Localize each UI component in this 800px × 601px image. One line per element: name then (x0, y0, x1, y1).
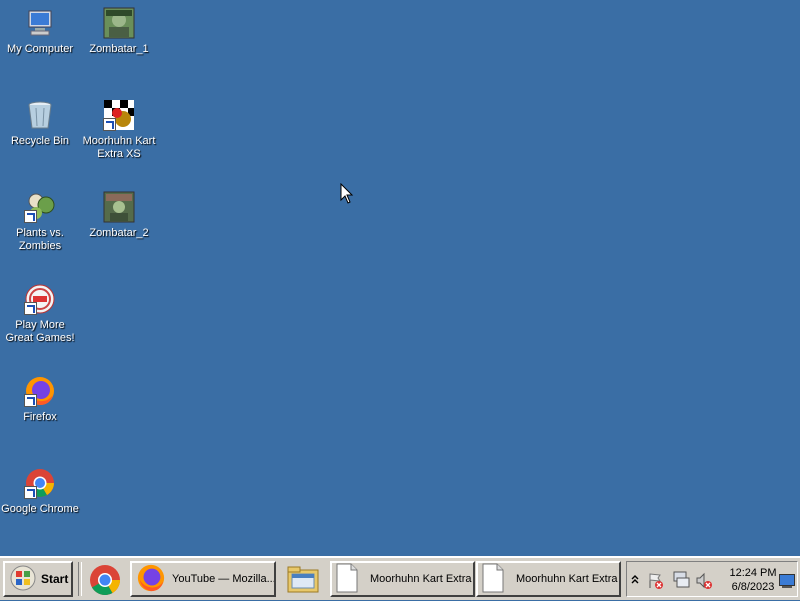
desktop: My Computer Zombatar_1 Recycle Bin Moorh… (0, 0, 800, 556)
system-tray: 12:24 PM 6/8/2023 (626, 561, 798, 597)
volume-muted-icon[interactable] (695, 572, 713, 595)
moorhuhn-kart-icon (103, 99, 135, 131)
network-icon[interactable] (671, 570, 691, 595)
shortcut-arrow-icon (24, 210, 37, 223)
clock[interactable]: 12:24 PM 6/8/2023 (723, 566, 783, 594)
zombatar-image-icon (103, 191, 135, 223)
chrome-icon (88, 565, 122, 600)
desktop-icon-zombatar-1[interactable]: Zombatar_1 (79, 7, 159, 56)
clock-time: 12:24 PM (729, 567, 777, 579)
show-hidden-icons-chevron-icon[interactable] (631, 572, 639, 590)
zombatar-image-icon (103, 7, 135, 39)
desktop-icon-firefox[interactable]: Firefox (0, 375, 80, 424)
desktop-icon-zombatar-2[interactable]: Zombatar_2 (79, 191, 159, 240)
desktop-icon-label: My Computer (6, 43, 74, 55)
desktop-icon-label: Zombatar_2 (89, 227, 149, 239)
action-center-flag-icon[interactable] (647, 572, 665, 595)
quick-launch-explorer[interactable] (286, 564, 322, 596)
taskbar-separator (78, 562, 82, 596)
popcap-games-icon (24, 283, 56, 315)
show-desktop-icon[interactable] (779, 574, 795, 593)
quick-launch-chrome[interactable] (88, 564, 122, 596)
task-moorhuhn-kart-2[interactable]: Moorhuhn Kart Extra (476, 561, 621, 597)
desktop-icon-label: Zombatar_1 (89, 43, 149, 55)
firefox-icon (136, 563, 166, 595)
shortcut-arrow-icon (24, 302, 37, 315)
task-youtube-firefox[interactable]: YouTube — Mozilla... (130, 561, 276, 597)
mouse-cursor-icon (340, 182, 354, 210)
start-label: Start (41, 572, 69, 586)
desktop-icon-label: Moorhuhn Kart Extra XS (82, 135, 156, 160)
document-icon (336, 563, 358, 595)
taskbar: Start YouTube — Mozilla... Moorhuhn Kart… (0, 556, 800, 600)
recycle-bin-icon (24, 99, 56, 131)
shortcut-arrow-icon (24, 486, 37, 499)
desktop-icon-label: Plants vs. Zombies (16, 227, 64, 252)
desktop-icon-recycle-bin[interactable]: Recycle Bin (0, 99, 80, 148)
task-label: YouTube — Mozilla... (172, 573, 276, 585)
task-label: Moorhuhn Kart Extra (516, 573, 618, 585)
desktop-icon-plants-vs-zombies[interactable]: Plants vs. Zombies (0, 191, 80, 253)
desktop-icon-label: Recycle Bin (10, 135, 70, 147)
desktop-icon-play-more-games[interactable]: Play More Great Games! (0, 283, 80, 345)
shortcut-arrow-icon (24, 394, 37, 407)
firefox-icon (24, 375, 56, 407)
shortcut-arrow-icon (103, 118, 116, 131)
clock-date: 6/8/2023 (731, 581, 775, 593)
folder-icon (286, 566, 320, 600)
chrome-icon (24, 467, 56, 499)
plants-vs-zombies-icon (24, 191, 56, 223)
task-moorhuhn-kart-1[interactable]: Moorhuhn Kart Extra (330, 561, 475, 597)
desktop-icon-google-chrome[interactable]: Google Chrome (0, 467, 80, 516)
desktop-icon-label: Firefox (23, 411, 57, 423)
my-computer-icon (24, 7, 56, 39)
windows-logo-icon (9, 565, 37, 594)
document-icon (482, 563, 504, 595)
desktop-icon-label: Google Chrome (1, 503, 79, 515)
desktop-icon-label: Play More Great Games! (5, 319, 75, 344)
task-label: Moorhuhn Kart Extra (370, 573, 472, 585)
desktop-icon-moorhuhn-kart[interactable]: Moorhuhn Kart Extra XS (79, 99, 159, 161)
desktop-icon-my-computer[interactable]: My Computer (0, 7, 80, 56)
start-button[interactable]: Start (3, 561, 73, 597)
